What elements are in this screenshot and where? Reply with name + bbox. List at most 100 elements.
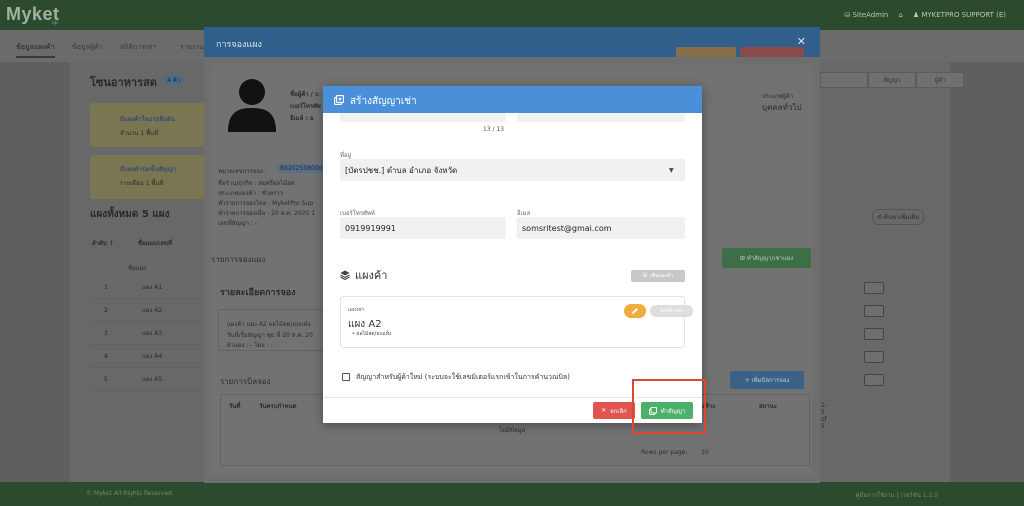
bills-title: รายการบิลจอง [220, 377, 271, 386]
footer-version[interactable]: คู่มือการใช้งาน | เวอร์ชัน 1.2.0 [855, 490, 938, 500]
rows-per-page-select[interactable]: 10 [701, 449, 709, 456]
add-stall-label: เพิ่มแผงค้า [650, 273, 674, 279]
tab-stall-info[interactable]: ข้อมูลแผงค้า [16, 42, 55, 58]
new-vendor-checkbox-label[interactable]: สัญญาสำหรับผู้ค้าใหม่ (ระบบจะใช้เลขมิเตอ… [356, 372, 570, 383]
row-name: แผง A5 [142, 376, 163, 383]
booked-at-line: ทำรายการจองเมื่อ : 20 ส.ค. 2025 1 [218, 210, 316, 217]
add-bill-button[interactable]: + เพิ่มบิลการจอง [730, 371, 804, 389]
chevron-down-icon[interactable]: ▼ [669, 167, 674, 174]
row-name: แผง A4 [142, 353, 163, 360]
notice-new-stall-title: มีแผงค้าใหม่รอยืนยัน [120, 116, 175, 123]
view-eye-icon[interactable] [864, 328, 884, 340]
booked-by-line: ทำรายการจองโดย : MyketPro Sup [218, 200, 314, 207]
cancel-label: ยกเลิก [610, 407, 627, 415]
cancel-stall-button[interactable]: ยกเลิกแผง [650, 305, 693, 317]
detail-line-stall: แผงค้า แผง A2 ผลไม้สด/อบแห้ง [227, 321, 311, 328]
zone-badge: 4 ค้า [163, 74, 185, 86]
booking-modal-title: การจองแผง [216, 40, 262, 50]
tab-vendor[interactable]: ผู้ค้า [916, 72, 964, 88]
user-menu[interactable]: ♟ MYKETPRO SUPPORT (E) [913, 11, 1006, 19]
home-icon[interactable]: ⌂ [898, 11, 902, 19]
notice-pending-contract-text: รายเดือน 1 พื้นที่ [120, 180, 164, 187]
row-name: แผง A1 [142, 284, 163, 291]
bills-col-status[interactable]: สถานะ [759, 401, 777, 411]
row-no: 4 [104, 352, 108, 360]
tab-reports[interactable]: รายงาน [180, 42, 204, 53]
tab-rental-stats[interactable]: สถิติการเช่า [120, 42, 156, 53]
view-eye-icon[interactable] [864, 351, 884, 363]
table-row[interactable]: 1 แผง A1 [90, 276, 205, 299]
add-stall-button[interactable]: ⊞ เพิ่มแผงค้า [631, 270, 685, 282]
email-value: somsritest@gmai.com [522, 223, 612, 233]
booking-action-red[interactable] [740, 47, 804, 57]
stall-section-heading: แผงค้า [340, 266, 387, 284]
booking-detail-title: รายละเอียดการจอง [220, 288, 296, 298]
booking-detail-card: แผงค้า แผง A2 ผลไม้สด/อบแห้ง วันที่เริ่ม… [218, 309, 324, 351]
table-row[interactable]: 3 แผง A3 [90, 322, 205, 345]
contract-modal: สร้างสัญญาเช่า 13 / 13 ที่อยู่ [บัตรปชช.… [323, 86, 702, 423]
notice-pending-contract-title: มีแผงค้ารอเซ็นสัญญา [120, 166, 176, 173]
phone-field[interactable]: 0919919991 [340, 217, 506, 239]
pagination-text: 1-5 of 5 [821, 402, 827, 430]
view-eye-icon[interactable] [864, 282, 884, 294]
more-search-button[interactable]: ⟲ ค้นหาเพิ่มเติม [872, 209, 925, 225]
stall-table: 1 แผง A1 2 แผง A2 3 แผง A3 4 แผง A4 5 แผง A5 [90, 276, 205, 391]
customer-type-label: ประเภทผู้ค้า [762, 93, 794, 100]
notice-new-stall[interactable]: มีแผงค้าใหม่รอยืนยัน จำนวน 1 พื้นที่ [90, 103, 210, 147]
tab-vendor-info[interactable]: ข้อมูลผู้ค้า [72, 42, 103, 53]
view-eye-icon[interactable] [864, 374, 884, 386]
char-counter: 13 / 13 [483, 126, 505, 133]
new-vendor-checkbox[interactable] [342, 373, 350, 381]
bills-col-due[interactable]: วันครบกำหนด [259, 401, 296, 411]
detail-line-cloth: ผ้าแผง : - โดย : - [227, 342, 273, 349]
notice-pending-contract[interactable]: มีแผงค้ารอเซ็นสัญญา รายเดือน 1 พื้นที่ [90, 155, 210, 199]
address-value: [บัตรปชช.] ตำบล อำเภอ จังหวัด [345, 165, 458, 175]
vendor-name-label: ชื่อผู้ค้า / บ [290, 91, 319, 98]
other-field-partial[interactable] [517, 113, 685, 122]
row-name: แผง A3 [142, 330, 163, 337]
contract-no-line: เลขที่สัญญา : - [218, 220, 258, 227]
stall-card: แผงเช่า แผง A2 • ผลไม้สด/อบแห้ง ยกเลิกแผ… [340, 296, 693, 348]
stall-card-item: • ผลไม้สด/อบแห้ง [352, 331, 392, 337]
notice-new-stall-text: จำนวน 1 พื้นที่ [120, 130, 159, 137]
pencil-icon [632, 308, 638, 314]
table-row[interactable]: 4 แผง A4 [90, 345, 205, 368]
vendor-phone-label: เบอร์โทรศัพ [290, 103, 321, 110]
rows-per-page-label: Rows per page: [641, 449, 688, 456]
avatar [228, 79, 276, 132]
bills-no-data: ไม่มีข้อมูล [499, 427, 526, 434]
booking-no-badge: BK202508000 [277, 164, 326, 173]
app-logo-sub: sp [52, 20, 58, 26]
booking-action-orange[interactable] [676, 47, 736, 57]
zone-title: โซนอาหารสด [90, 76, 157, 89]
bills-col-date[interactable]: วันที่ [229, 401, 240, 411]
close-icon: ✕ [601, 407, 607, 414]
stall-item-text: ผลไม้สด/อบแห้ง [356, 331, 392, 337]
edit-stall-button[interactable] [624, 304, 646, 318]
stall-type-line: ประเภทแผงค้า : ชั่วคราว [218, 190, 284, 197]
phone-value: 0919919991 [345, 223, 396, 233]
col-order-header[interactable]: ลำดับ ↑ [92, 238, 114, 248]
top-bar: Myket sp ⛁ SiteAdmin ⌂ ♟ MYKETPRO SUPPOR… [0, 0, 1024, 30]
view-eye-icon[interactable] [864, 305, 884, 317]
contract-modal-title: สร้างสัญญาเช่า [350, 96, 417, 107]
address-select[interactable]: [บัตรปชช.] ตำบล อำเภอ จังหวัด [340, 159, 685, 181]
name-field-partial[interactable] [340, 113, 506, 122]
tab-blank[interactable] [820, 72, 868, 88]
stall-list-title: รายการจองแผง [211, 255, 266, 264]
tab-contract[interactable]: สัญญา [868, 72, 916, 88]
contract-modal-header: สร้างสัญญาเช่า [323, 86, 702, 113]
detail-line-start: วันที่เริ่มสัญญา พุธ ที่ 20 ส.ค. 20 [227, 332, 313, 339]
email-field[interactable]: somsritest@gmai.com [517, 217, 685, 239]
table-row[interactable]: 5 แผง A5 [90, 368, 205, 391]
table-row[interactable]: 2 แผง A2 [90, 299, 205, 322]
cancel-button[interactable]: ✕ ยกเลิก [593, 402, 635, 419]
make-contract-button-bg[interactable]: ⊞ ทำสัญญา/เช่าแผง [722, 248, 811, 268]
all-stalls-heading: แผงทั้งหมด 5 แผง [90, 209, 170, 220]
row-no: 2 [104, 306, 108, 314]
row-no: 1 [104, 283, 108, 291]
col-stall-name-header[interactable]: ชื่อแผง/เลขที่ [138, 238, 172, 248]
customer-type-value: บุคคลทั่วไป [762, 103, 802, 112]
stall-filter-input[interactable]: ชื่อแผง [128, 263, 146, 273]
site-admin-link[interactable]: ⛁ SiteAdmin [845, 11, 889, 19]
